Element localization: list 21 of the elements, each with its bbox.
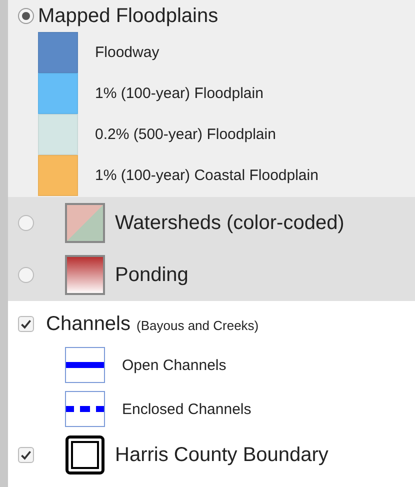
- layer-label: Ponding: [115, 264, 188, 286]
- checkbox[interactable]: [18, 447, 34, 463]
- legend-label: Enclosed Channels: [122, 400, 252, 418]
- layer-label: Harris County Boundary: [115, 444, 328, 466]
- legend-label: 1% (100-year) Floodplain: [95, 85, 264, 102]
- layer-label: Channels: [46, 312, 131, 336]
- layer-label: Mapped Floodplains: [38, 4, 218, 28]
- legend-label: 0.2% (500-year) Floodplain: [95, 126, 276, 143]
- legend-label: 1% (100-year) Coastal Floodplain: [95, 167, 318, 184]
- legend-label: Floodway: [95, 44, 160, 61]
- boundary-icon: [65, 435, 105, 475]
- radio-button[interactable]: [18, 8, 34, 24]
- swatch-icon: [65, 255, 105, 295]
- radio-button[interactable]: [18, 267, 34, 283]
- checkbox[interactable]: [18, 316, 34, 332]
- line-symbol-icon: [65, 347, 105, 383]
- radio-button[interactable]: [18, 215, 34, 231]
- swatch-icon: [65, 203, 105, 243]
- layer-note: (Bayous and Creeks): [136, 318, 259, 333]
- layer-label: Watersheds (color-coded): [115, 212, 344, 234]
- legend-label: Open Channels: [122, 356, 226, 374]
